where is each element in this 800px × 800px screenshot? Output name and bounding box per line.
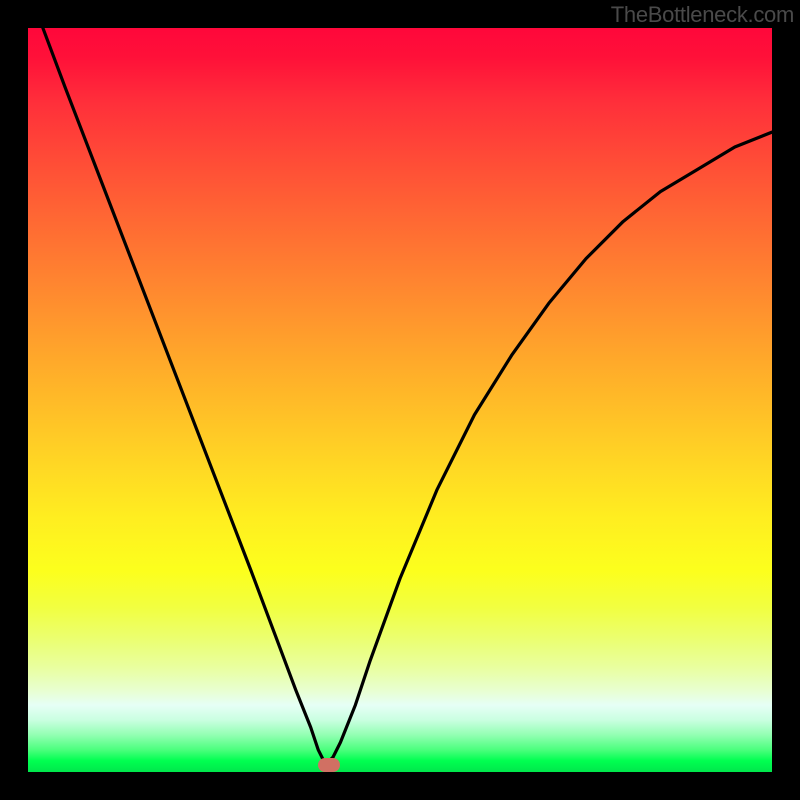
watermark-text: TheBottleneck.com [611, 2, 794, 28]
heat-gradient-background [28, 28, 772, 772]
plot-frame [28, 28, 772, 772]
optimum-marker [318, 758, 340, 772]
